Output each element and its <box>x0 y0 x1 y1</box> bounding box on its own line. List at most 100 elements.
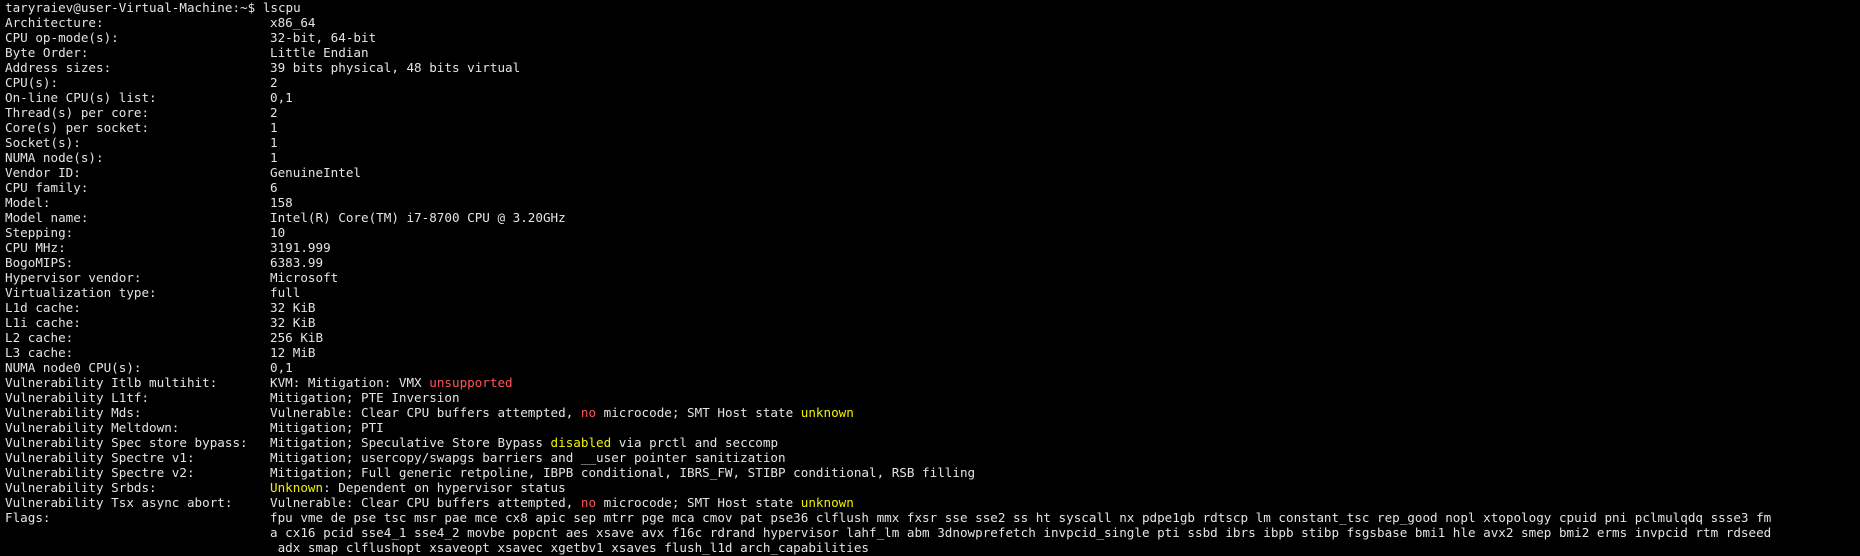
row-value: 6 <box>270 180 278 195</box>
value-text: via prctl and seccomp <box>611 435 779 450</box>
value-yellow-text: unknown <box>800 405 854 420</box>
value-red-text: unsupported <box>429 375 513 390</box>
row-value: 32-bit, 64-bit <box>270 30 377 45</box>
output-row-l1tf: Vulnerability L1tf: Mitigation; PTE Inver… <box>5 390 1860 405</box>
output-row: Stepping: 10 <box>5 225 1860 240</box>
row-value: 1 <box>270 120 278 135</box>
output-row: BogoMIPS: 6383.99 <box>5 255 1860 270</box>
row-value: x86_64 <box>270 15 316 30</box>
row-key: NUMA node0 CPU(s): <box>5 360 142 375</box>
row-value: GenuineIntel <box>270 165 361 180</box>
row-value: Intel(R) Core(TM) i7-8700 CPU @ 3.20GHz <box>270 210 566 225</box>
row-key: Address sizes: <box>5 60 112 75</box>
row-key: Vendor ID: <box>5 165 81 180</box>
row-value: 0,1 <box>270 360 293 375</box>
row-value: Mitigation; PTE Inversion <box>270 390 460 405</box>
row-value: 158 <box>270 195 293 210</box>
row-key: Vulnerability Mds: <box>5 405 142 420</box>
row-value: 10 <box>270 225 286 240</box>
row-value: 2 <box>270 105 278 120</box>
output-row-srbds: Vulnerability Srbds: Unknown: Dependent o… <box>5 480 1860 495</box>
row-key: Vulnerability Spectre v2: <box>5 465 195 480</box>
row-key: BogoMIPS: <box>5 255 74 270</box>
row-value: Mitigation; Speculative Store Bypass dis… <box>270 435 1860 450</box>
value-yellow-text: unknown <box>800 495 854 510</box>
output-row-ssb: Vulnerability Spec store bypass: Mitigati… <box>5 435 1860 450</box>
output-row: Byte Order: Little Endian <box>5 45 1860 60</box>
value-text: Mitigation; Speculative Store Bypass <box>270 435 551 450</box>
flags-value: fpu vme de pse tsc msr pae mce cx8 apic … <box>270 510 1860 555</box>
row-value: Microsoft <box>270 270 339 285</box>
value-text: KVM: Mitigation: VMX <box>270 375 430 390</box>
row-key: Socket(s): <box>5 135 81 150</box>
row-value: 6383.99 <box>270 255 324 270</box>
row-value: 39 bits physical, 48 bits virtual <box>270 60 521 75</box>
output-row: NUMA node(s): 1 <box>5 150 1860 165</box>
row-value: 3191.999 <box>270 240 331 255</box>
row-value: 32 KiB <box>270 300 316 315</box>
output-row: CPU op-mode(s): 32-bit, 64-bit <box>5 30 1860 45</box>
output-row-itlb: Vulnerability Itlb multihit: KVM: Mitigat… <box>5 375 1860 390</box>
row-key: Flags: <box>5 510 51 525</box>
row-key: Vulnerability Meltdown: <box>5 420 180 435</box>
value-text: Vulnerable: Clear CPU buffers attempted, <box>270 405 581 420</box>
row-key: Model: <box>5 195 51 210</box>
row-key: L3 cache: <box>5 345 74 360</box>
row-value: 12 MiB <box>270 345 316 360</box>
row-key: L1i cache: <box>5 315 81 330</box>
row-key: CPU op-mode(s): <box>5 30 119 45</box>
output-row: Vendor ID: GenuineIntel <box>5 165 1860 180</box>
output-row: CPU(s): 2 <box>5 75 1860 90</box>
row-key: Vulnerability Spectre v1: <box>5 450 195 465</box>
prompt-command: lscpu <box>262 0 301 15</box>
value-red-text: no <box>580 405 597 420</box>
prompt-user-host: taryraiev@user-Virtual-Machine:~$ <box>5 0 256 15</box>
output-row: Architecture: x86_64 <box>5 15 1860 30</box>
row-value: 256 KiB <box>270 330 324 345</box>
row-value: Mitigation; usercopy/swapgs barriers and… <box>270 450 786 465</box>
output-row-mds: Vulnerability Mds: Vulnerable: Clear CPU … <box>5 405 1860 420</box>
prompt-line: taryraiev@user-Virtual-Machine:~$ lscpu <box>5 0 1860 15</box>
terminal-window[interactable]: taryraiev@user-Virtual-Machine:~$ lscpu … <box>0 0 1860 556</box>
output-row: Model name: Intel(R) Core(TM) i7-8700 CPU… <box>5 210 1860 225</box>
row-value: Vulnerable: Clear CPU buffers attempted,… <box>270 495 1860 510</box>
output-row-spectre-v1: Vulnerability Spectre v1: Mitigation; use… <box>5 450 1860 465</box>
row-key: Architecture: <box>5 15 104 30</box>
row-value: 2 <box>270 75 278 90</box>
row-key: Model name: <box>5 210 89 225</box>
row-value: Little Endian <box>270 45 369 60</box>
output-row: On-line CPU(s) list: 0,1 <box>5 90 1860 105</box>
row-key: Vulnerability Tsx async abort: <box>5 495 233 510</box>
value-text: microcode; SMT Host state <box>596 495 801 510</box>
row-key: Thread(s) per core: <box>5 105 150 120</box>
output-row: L3 cache: 12 MiB <box>5 345 1860 360</box>
value-yellow-text: Unknown <box>270 480 324 495</box>
row-key: CPU MHz: <box>5 240 66 255</box>
row-key: L2 cache: <box>5 330 74 345</box>
output-row: Socket(s): 1 <box>5 135 1860 150</box>
row-key: CPU family: <box>5 180 89 195</box>
row-value: KVM: Mitigation: VMX unsupported <box>270 375 1860 390</box>
row-key: Vulnerability Spec store bypass: <box>5 435 248 450</box>
row-key: Core(s) per socket: <box>5 120 150 135</box>
row-value: Vulnerable: Clear CPU buffers attempted,… <box>270 405 1860 420</box>
row-key: Hypervisor vendor: <box>5 270 142 285</box>
row-value: 32 KiB <box>270 315 316 330</box>
row-key: L1d cache: <box>5 300 81 315</box>
output-row: Virtualization type: full <box>5 285 1860 300</box>
row-value: 0,1 <box>270 90 293 105</box>
value-text: : Dependent on hypervisor status <box>323 480 566 495</box>
output-row: CPU MHz: 3191.999 <box>5 240 1860 255</box>
output-row: CPU family: 6 <box>5 180 1860 195</box>
output-row: L1i cache: 32 KiB <box>5 315 1860 330</box>
row-key: On-line CPU(s) list: <box>5 90 157 105</box>
output-row: NUMA node0 CPU(s): 0,1 <box>5 360 1860 375</box>
value-text: microcode; SMT Host state <box>596 405 801 420</box>
output-row-tsx: Vulnerability Tsx async abort: Vulnerable… <box>5 495 1860 510</box>
row-value: 1 <box>270 150 278 165</box>
row-key: Byte Order: <box>5 45 89 60</box>
flags-line: fpu vme de pse tsc msr pae mce cx8 apic … <box>270 510 1772 525</box>
row-value: Mitigation; Full generic retpoline, IBPB… <box>270 465 976 480</box>
row-key: Vulnerability L1tf: <box>5 390 150 405</box>
output-row: L2 cache: 256 KiB <box>5 330 1860 345</box>
